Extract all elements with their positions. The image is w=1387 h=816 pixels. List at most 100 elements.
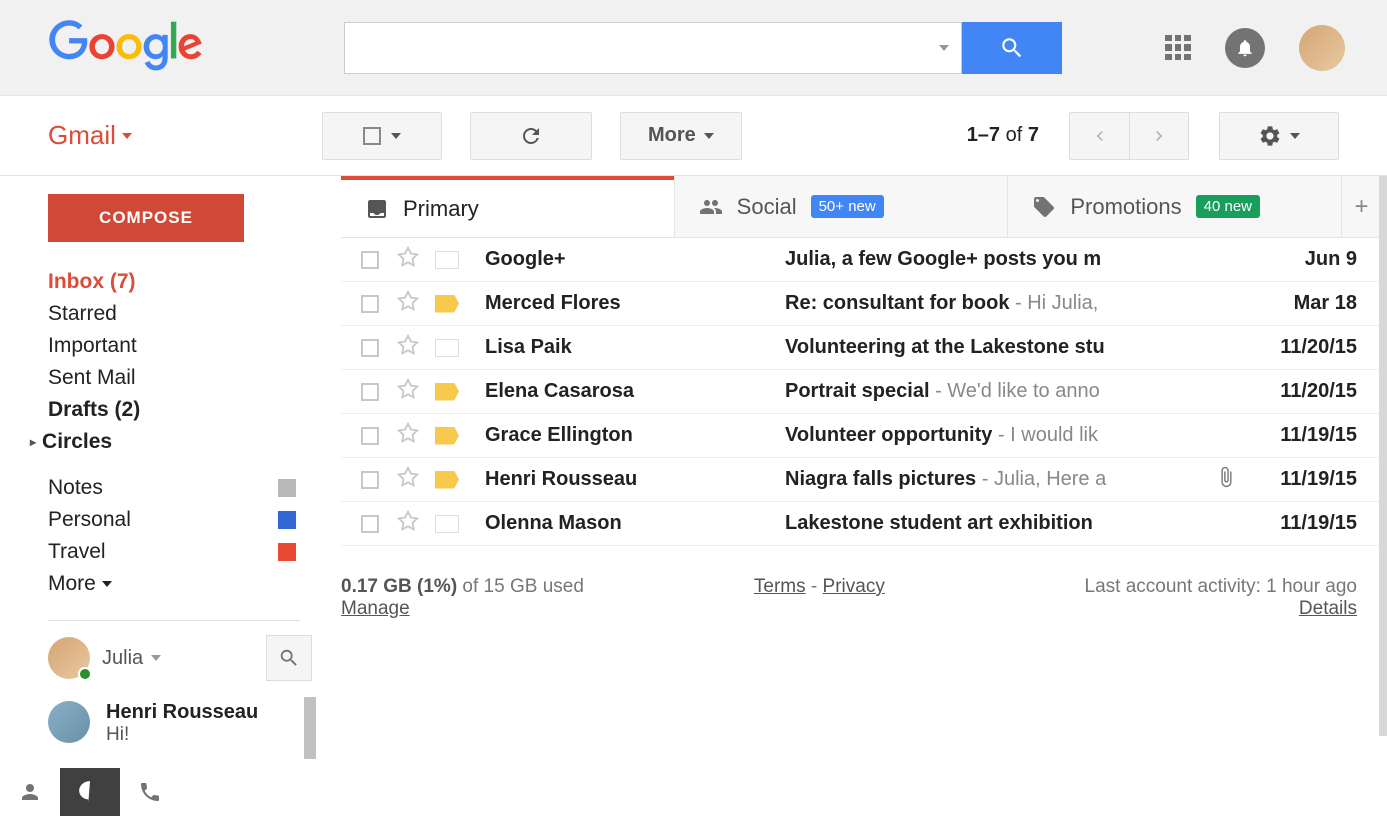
mail-row[interactable]: Grace EllingtonVolunteer opportunity - I… — [341, 414, 1387, 458]
subject: Volunteer opportunity - I would lik — [785, 424, 1247, 447]
chat-list: Henri Rousseau Hi! — [48, 697, 320, 750]
star-icon[interactable] — [397, 334, 419, 362]
subject: Julia, a few Google+ posts you m — [785, 248, 1247, 271]
subject: Re: consultant for book - Hi Julia, — [785, 292, 1247, 315]
attachment-icon — [1215, 466, 1237, 494]
hangouts-tab[interactable] — [60, 768, 120, 816]
footer-links: Terms - Privacy — [754, 576, 885, 620]
search-input[interactable] — [357, 23, 931, 73]
phone-tab[interactable] — [120, 768, 180, 816]
user-avatar[interactable] — [1299, 25, 1345, 71]
terms-link[interactable]: Terms — [754, 576, 806, 597]
toolbar-right: 1–7 of 7 — [967, 112, 1339, 160]
sidebar-item-important[interactable]: Important — [48, 330, 320, 362]
prev-page-button[interactable] — [1069, 112, 1129, 160]
apps-grid-icon[interactable] — [1165, 35, 1191, 61]
more-button[interactable]: More — [620, 112, 742, 160]
tab-label: Primary — [403, 196, 479, 222]
tab-primary[interactable]: Primary — [341, 176, 674, 237]
bell-icon — [1235, 38, 1255, 58]
hangouts-icon — [77, 779, 103, 805]
star-icon[interactable] — [397, 510, 419, 538]
search-options-caret-icon[interactable] — [939, 45, 949, 51]
row-checkbox[interactable] — [361, 295, 379, 313]
date: 11/19/15 — [1247, 468, 1357, 491]
importance-marker-icon[interactable] — [435, 427, 459, 445]
subject: Lakestone student art exhibition — [785, 512, 1247, 535]
star-icon[interactable] — [397, 246, 419, 274]
sidebar-item-more[interactable]: More — [48, 568, 320, 600]
sidebar-label-travel[interactable]: Travel — [48, 536, 320, 568]
contact-snippet: Hi! — [106, 724, 258, 746]
importance-marker-icon[interactable] — [435, 515, 459, 533]
google-logo[interactable] — [48, 20, 204, 75]
sender: Merced Flores — [485, 292, 785, 315]
next-page-button[interactable] — [1129, 112, 1189, 160]
chat-conversation[interactable]: Henri Rousseau Hi! — [48, 697, 320, 750]
tab-promotions[interactable]: Promotions 40 new — [1007, 176, 1341, 237]
search-icon — [999, 35, 1025, 61]
activity-info: Last account activity: 1 hour ago Detail… — [1085, 576, 1358, 620]
mail-row[interactable]: Olenna MasonLakestone student art exhibi… — [341, 502, 1387, 546]
notifications-button[interactable] — [1225, 28, 1265, 68]
label: Drafts (2) — [48, 398, 140, 422]
manage-storage-link[interactable]: Manage — [341, 598, 410, 619]
row-checkbox[interactable] — [361, 339, 379, 357]
sidebar-item-circles[interactable]: ▸Circles — [48, 426, 320, 458]
settings-button[interactable] — [1219, 112, 1339, 160]
chat-self-row[interactable]: Julia — [48, 635, 320, 681]
contact-avatar — [48, 701, 90, 743]
importance-marker-icon[interactable] — [435, 251, 459, 269]
caret-down-icon — [122, 133, 132, 139]
mail-row[interactable]: Elena CasarosaPortrait special - We'd li… — [341, 370, 1387, 414]
sidebar: COMPOSE Inbox (7) Starred Important Sent… — [0, 176, 320, 816]
refresh-icon — [519, 124, 543, 148]
search-button[interactable] — [962, 22, 1062, 74]
importance-marker-icon[interactable] — [435, 339, 459, 357]
refresh-button[interactable] — [470, 112, 592, 160]
importance-marker-icon[interactable] — [435, 383, 459, 401]
privacy-link[interactable]: Privacy — [823, 576, 885, 597]
contacts-tab[interactable] — [0, 768, 60, 816]
label: Important — [48, 334, 137, 358]
tab-social[interactable]: Social 50+ new — [674, 176, 1008, 237]
sidebar-item-inbox[interactable]: Inbox (7) — [48, 266, 320, 298]
gmail-dropdown[interactable]: Gmail — [48, 120, 132, 151]
scrollbar-thumb[interactable] — [304, 697, 316, 759]
star-icon[interactable] — [397, 378, 419, 406]
details-link[interactable]: Details — [1299, 598, 1357, 619]
mail-row[interactable]: Merced FloresRe: consultant for book - H… — [341, 282, 1387, 326]
badge: 50+ new — [811, 195, 884, 218]
star-icon[interactable] — [397, 290, 419, 318]
row-checkbox[interactable] — [361, 251, 379, 269]
row-checkbox[interactable] — [361, 515, 379, 533]
compose-button[interactable]: COMPOSE — [48, 194, 244, 242]
chat-search-button[interactable] — [266, 635, 312, 681]
sidebar-item-starred[interactable]: Starred — [48, 298, 320, 330]
sidebar-label-personal[interactable]: Personal — [48, 504, 320, 536]
sidebar-item-sent[interactable]: Sent Mail — [48, 362, 320, 394]
badge: 40 new — [1196, 195, 1260, 218]
checkbox-icon — [363, 127, 381, 145]
sidebar-item-drafts[interactable]: Drafts (2) — [48, 394, 320, 426]
row-checkbox[interactable] — [361, 471, 379, 489]
row-checkbox[interactable] — [361, 383, 379, 401]
sender: Henri Rousseau — [485, 468, 785, 491]
sender: Lisa Paik — [485, 336, 785, 359]
page-counter: 1–7 of 7 — [967, 124, 1039, 147]
mail-row[interactable]: Henri RousseauNiagra falls pictures - Ju… — [341, 458, 1387, 502]
importance-marker-icon[interactable] — [435, 471, 459, 489]
mail-row[interactable]: Google+Julia, a few Google+ posts you mJ… — [341, 238, 1387, 282]
star-icon[interactable] — [397, 422, 419, 450]
scrollbar-thumb[interactable] — [1379, 176, 1387, 736]
sender: Grace Ellington — [485, 424, 785, 447]
gmail-label-text: Gmail — [48, 120, 116, 151]
importance-marker-icon[interactable] — [435, 295, 459, 313]
select-all-button[interactable] — [322, 112, 442, 160]
mail-row[interactable]: Lisa PaikVolunteering at the Lakestone s… — [341, 326, 1387, 370]
add-tab-button[interactable]: + — [1341, 176, 1381, 237]
sidebar-label-notes[interactable]: Notes — [48, 472, 320, 504]
row-checkbox[interactable] — [361, 427, 379, 445]
star-icon[interactable] — [397, 466, 419, 494]
search-icon — [278, 647, 300, 669]
